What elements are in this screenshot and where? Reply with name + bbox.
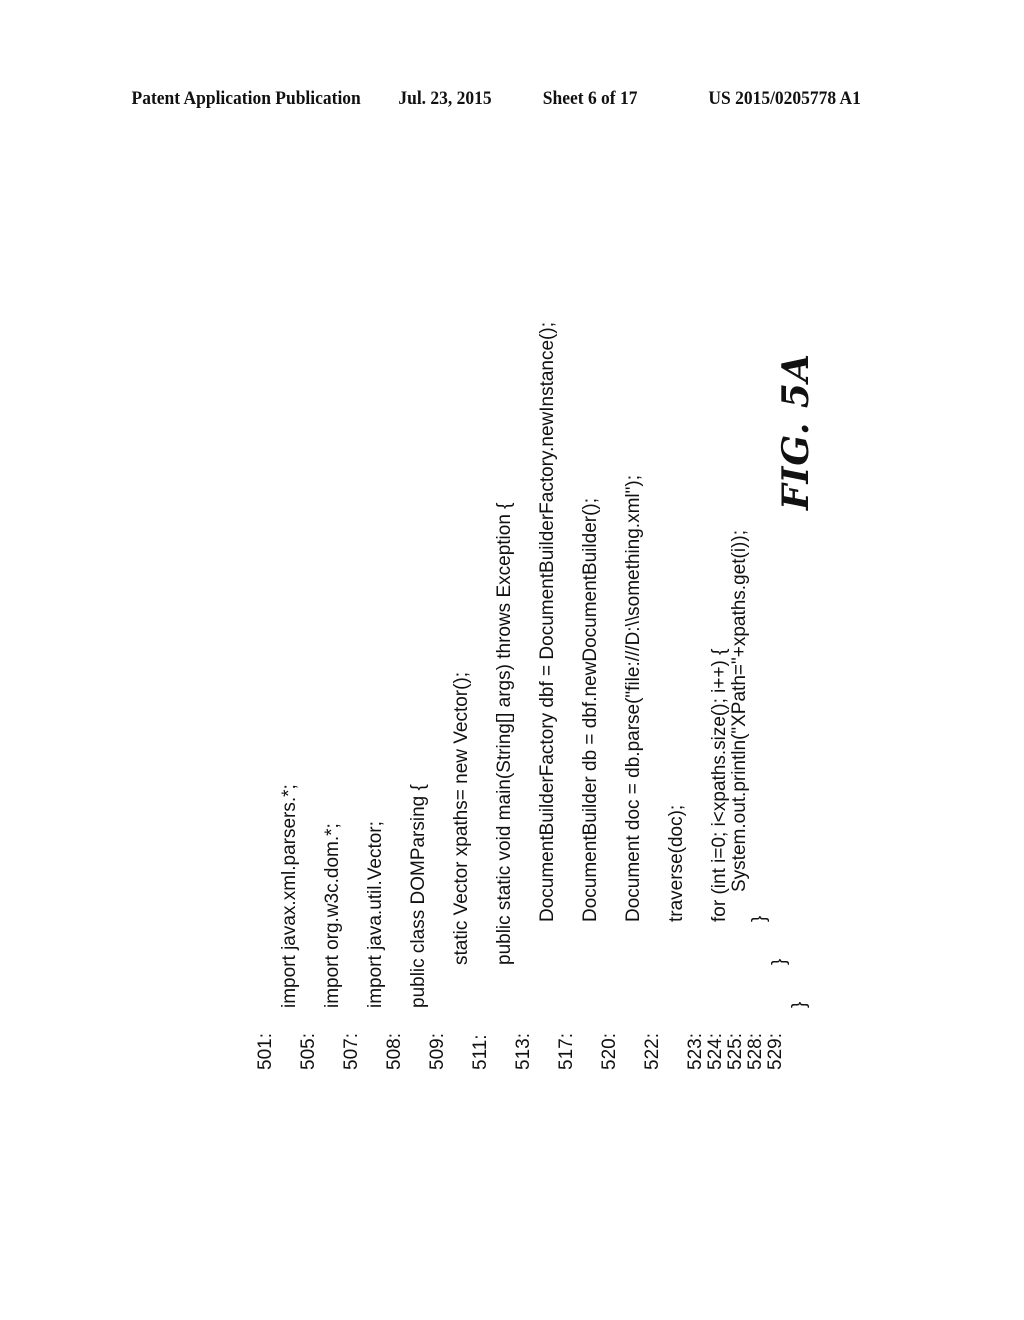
code-text: import java.util.Vector; <box>365 821 386 1008</box>
code-text: DocumentBuilder db = dbf.newDocumentBuil… <box>580 497 601 922</box>
code-line: 509: static Vector xpaths= new Vector(); <box>402 672 472 1070</box>
rotated-figure-sheet: 501: import javax.xml.parsers.*; 505: im… <box>210 170 830 1070</box>
code-text: } <box>769 958 790 965</box>
publication-label: Patent Application Publication <box>131 88 361 109</box>
code-line: 511: public static void main(String[] ar… <box>445 502 515 1070</box>
sheet-number: Sheet 6 of 17 <box>542 88 638 109</box>
code-text: DocumentBuilderFactory dbf = DocumentBui… <box>537 322 558 922</box>
code-line: 517: DocumentBuilder db = dbf.newDocumen… <box>531 498 601 1070</box>
code-line: 501: import javax.xml.parsers.*; <box>230 784 300 1070</box>
code-line: 508: public class DOMParsing { <box>359 784 429 1070</box>
code-text: traverse(doc); <box>666 804 687 922</box>
code-text: public static void main(String[] args) t… <box>494 502 515 965</box>
figure-label: FIG. 5A <box>775 353 817 510</box>
code-text: System.out.println("XPath="+xpaths.get(i… <box>729 530 750 892</box>
code-line: 513: DocumentBuilderFactory dbf = Docume… <box>488 322 558 1070</box>
code-line: 507: import java.util.Vector; <box>316 821 386 1070</box>
code-text: public class DOMParsing { <box>408 784 429 1008</box>
code-text: } <box>749 915 770 922</box>
code-line: 505: import org.w3c.dom.*; <box>273 823 343 1070</box>
code-line: 529: } <box>740 1002 810 1070</box>
code-text: } <box>789 1001 810 1008</box>
code-text: import org.w3c.dom.*; <box>322 823 343 1008</box>
publication-date: Jul. 23, 2015 <box>398 88 492 109</box>
line-number: 529: <box>765 1033 786 1070</box>
patent-number: US 2015/0205778 A1 <box>708 88 861 109</box>
page-header: Patent Application Publication Jul. 23, … <box>0 88 942 118</box>
code-line: 520: Document doc = db.parse("file:///D:… <box>574 475 644 1070</box>
code-text: Document doc = db.parse("file:///D:\\som… <box>623 475 644 922</box>
code-text: import javax.xml.parsers.*; <box>279 784 300 1008</box>
code-line: 522: traverse(doc); <box>617 805 687 1070</box>
code-text: static Vector xpaths= new Vector(); <box>451 671 472 965</box>
